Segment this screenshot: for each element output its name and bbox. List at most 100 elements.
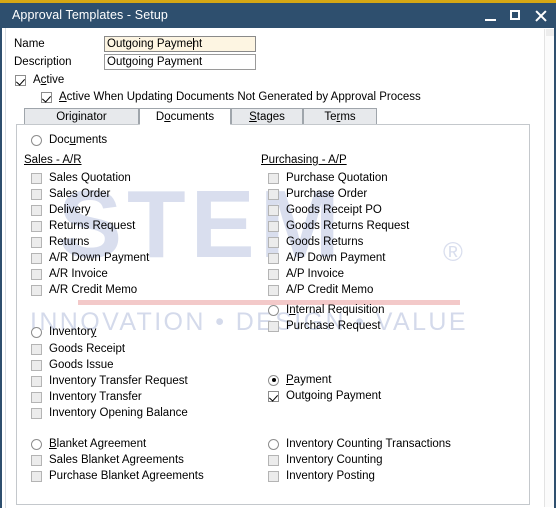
radio-row-blanket-agreement[interactable]: Blanket Agreement — [31, 437, 146, 451]
checkbox-row-ar-invoice[interactable]: A/R Invoice — [31, 267, 108, 281]
checkbox-purchase-request[interactable] — [268, 320, 279, 332]
radio-row-internal-requisition[interactable]: Internal Requisition — [268, 303, 384, 317]
checkbox-row-sales-order[interactable]: Sales Order — [31, 187, 110, 201]
radio-inventory[interactable] — [31, 326, 42, 338]
checkbox-row-returns[interactable]: Returns — [31, 235, 89, 249]
radio-payment[interactable] — [268, 374, 279, 386]
checkbox-ar-credit-memo[interactable] — [31, 284, 42, 296]
radio-row-inventory-counting-transactions[interactable]: Inventory Counting Transactions — [268, 437, 451, 451]
checkbox-row-ap-credit-memo[interactable]: A/P Credit Memo — [268, 283, 373, 297]
checkbox-row-ar-credit-memo[interactable]: A/R Credit Memo — [31, 283, 137, 297]
tab-originator[interactable]: Originator — [24, 108, 139, 125]
checkbox-row-inventory-transfer[interactable]: Inventory Transfer — [31, 390, 142, 404]
checkbox-row-inventory-transfer-request[interactable]: Inventory Transfer Request — [31, 374, 188, 388]
radio-internal-requisition[interactable] — [268, 304, 279, 316]
checkbox-inventory-posting[interactable] — [268, 470, 279, 482]
checkbox-row-inventory-counting[interactable]: Inventory Counting — [268, 453, 383, 467]
label-purchase-quotation: Purchase Quotation — [286, 172, 388, 184]
checkbox-goods-receipt-po[interactable] — [268, 204, 279, 216]
documents-radio-row[interactable]: Documents — [31, 133, 107, 147]
active-when-updating-label: Active When Updating Documents Not Gener… — [59, 91, 421, 103]
checkbox-row-goods-returns[interactable]: Goods Returns — [268, 235, 363, 249]
label-ap-credit-memo: A/P Credit Memo — [286, 284, 374, 296]
checkbox-goods-issue[interactable] — [31, 359, 42, 371]
text-caret — [193, 38, 194, 50]
checkbox-row-returns-request[interactable]: Returns Request — [31, 219, 135, 233]
checkbox-row-goods-receipt[interactable]: Goods Receipt — [31, 342, 125, 356]
active-when-updating-checkbox[interactable] — [41, 91, 52, 103]
checkbox-sales-quotation[interactable] — [31, 172, 42, 184]
name-input[interactable] — [104, 36, 256, 52]
checkbox-sales-order[interactable] — [31, 188, 42, 200]
checkbox-returns[interactable] — [31, 236, 42, 248]
tab-stages[interactable]: Stages — [231, 108, 303, 125]
label-inventory-counting-transactions: Inventory Counting Transactions — [286, 438, 451, 450]
checkbox-row-inventory-opening-balance[interactable]: Inventory Opening Balance — [31, 406, 188, 420]
checkbox-row-ar-down-payment[interactable]: A/R Down Payment — [31, 251, 149, 265]
active-checkbox[interactable] — [15, 74, 26, 86]
checkbox-purchase-blanket-agreements[interactable] — [31, 470, 42, 482]
checkbox-row-outgoing-payment[interactable]: Outgoing Payment — [268, 389, 381, 403]
checkbox-row-purchase-request[interactable]: Purchase Request — [268, 319, 381, 333]
checkbox-row-ap-down-payment[interactable]: A/P Down Payment — [268, 251, 386, 265]
checkbox-row-delivery[interactable]: Delivery — [31, 203, 91, 217]
maximize-icon[interactable] — [509, 9, 523, 23]
label-ap-down-payment: A/P Down Payment — [286, 252, 386, 264]
close-icon[interactable] — [534, 9, 548, 23]
label-payment: Payment — [286, 374, 332, 386]
checkbox-ap-invoice[interactable] — [268, 268, 279, 280]
checkbox-ar-down-payment[interactable] — [31, 252, 42, 264]
checkbox-row-sales-blanket-agreements[interactable]: Sales Blanket Agreements — [31, 453, 184, 467]
checkbox-ap-credit-memo[interactable] — [268, 284, 279, 296]
checkbox-ap-down-payment[interactable] — [268, 252, 279, 264]
checkbox-row-purchase-quotation[interactable]: Purchase Quotation — [268, 171, 388, 185]
title-bar: Approval Templates - Setup — [0, 3, 556, 28]
label-blanket-agreement: Blanket Agreement — [49, 438, 147, 450]
label-goods-issue: Goods Issue — [49, 359, 114, 371]
documents-radio[interactable] — [31, 134, 42, 146]
checkbox-goods-returns-request[interactable] — [268, 220, 279, 232]
scrollbar-thumb[interactable] — [546, 29, 554, 36]
tab-terms[interactable]: Terms — [303, 108, 377, 125]
checkbox-returns-request[interactable] — [31, 220, 42, 232]
active-when-updating-row[interactable]: Active When Updating Documents Not Gener… — [41, 90, 421, 104]
description-input[interactable] — [104, 54, 256, 70]
checkbox-purchase-order[interactable] — [268, 188, 279, 200]
checkbox-goods-returns[interactable] — [268, 236, 279, 248]
label-goods-returns: Goods Returns — [286, 236, 364, 248]
label-internal-requisition: Internal Requisition — [286, 304, 385, 316]
checkbox-row-goods-receipt-po[interactable]: Goods Receipt PO — [268, 203, 382, 217]
label-purchase-order: Purchase Order — [286, 188, 368, 200]
tab-documents[interactable]: Documents — [139, 108, 231, 125]
checkbox-row-sales-quotation[interactable]: Sales Quotation — [31, 171, 131, 185]
label-returns-request: Returns Request — [49, 220, 136, 232]
checkbox-purchase-quotation[interactable] — [268, 172, 279, 184]
label-returns: Returns — [49, 236, 90, 248]
active-checkbox-row[interactable]: Active — [15, 73, 64, 87]
checkbox-row-goods-issue[interactable]: Goods Issue — [31, 358, 114, 372]
radio-inventory-counting-transactions[interactable] — [268, 438, 279, 450]
checkbox-row-inventory-posting[interactable]: Inventory Posting — [268, 469, 375, 483]
radio-row-payment[interactable]: Payment — [268, 373, 331, 387]
checkbox-row-purchase-blanket-agreements[interactable]: Purchase Blanket Agreements — [31, 469, 204, 483]
label-inventory-transfer: Inventory Transfer — [49, 391, 142, 403]
checkbox-inventory-counting[interactable] — [268, 454, 279, 466]
window-controls — [484, 3, 548, 28]
checkbox-row-ap-invoice[interactable]: A/P Invoice — [268, 267, 344, 281]
checkbox-inventory-transfer-request[interactable] — [31, 375, 42, 387]
checkbox-row-goods-returns-request[interactable]: Goods Returns Request — [268, 219, 409, 233]
checkbox-sales-blanket-agreements[interactable] — [31, 454, 42, 466]
radio-row-inventory[interactable]: Inventory — [31, 325, 96, 339]
name-field-row: Name — [14, 36, 256, 52]
checkbox-inventory-transfer[interactable] — [31, 391, 42, 403]
radio-blanket-agreement[interactable] — [31, 438, 42, 450]
active-label: Active — [33, 74, 65, 86]
checkbox-ar-invoice[interactable] — [31, 268, 42, 280]
minimize-icon[interactable] — [484, 9, 498, 23]
checkbox-outgoing-payment[interactable] — [268, 390, 279, 402]
checkbox-inventory-opening-balance[interactable] — [31, 407, 42, 419]
checkbox-row-purchase-order[interactable]: Purchase Order — [268, 187, 367, 201]
checkbox-goods-receipt[interactable] — [31, 343, 42, 355]
vertical-scrollbar[interactable] — [544, 29, 554, 507]
checkbox-delivery[interactable] — [31, 204, 42, 216]
